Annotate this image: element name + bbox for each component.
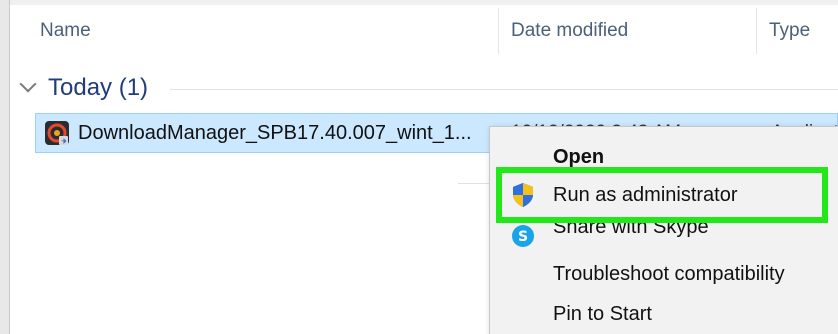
column-header-name[interactable]: Name xyxy=(40,8,496,54)
menu-item-troubleshoot-compatibility[interactable]: Troubleshoot compatibility xyxy=(490,254,838,294)
skype-icon: S xyxy=(510,223,536,249)
menu-item-open[interactable]: Open xyxy=(490,137,838,177)
chevron-down-icon xyxy=(19,75,37,93)
file-name: DownloadManager_SPB17.40.007_wint_1... xyxy=(78,121,472,144)
row-divider xyxy=(458,183,490,184)
column-header-type[interactable]: Type xyxy=(756,8,838,54)
svg-text:S: S xyxy=(518,229,528,245)
column-header-name-label: Name xyxy=(40,20,91,41)
menu-item-troubleshoot-compatibility-label: Troubleshoot compatibility xyxy=(553,262,785,285)
menu-item-run-as-administrator-label: Run as administrator xyxy=(553,183,738,206)
menu-item-pin-to-start[interactable]: Pin to Start xyxy=(490,294,838,334)
file-explorer-window: Name Date modified Type Today (1) Downlo… xyxy=(0,0,838,334)
column-header-date-modified[interactable]: Date modified xyxy=(498,8,756,54)
context-menu: Open Run as administrator S Share with S… xyxy=(489,126,838,334)
menu-item-share-with-skype-label: Share with Skype xyxy=(553,216,709,238)
menu-item-open-label: Open xyxy=(553,145,605,168)
uac-shield-icon xyxy=(510,182,536,208)
group-label: Today (1) xyxy=(48,74,149,101)
menu-item-pin-to-start-label: Pin to Start xyxy=(553,302,652,325)
column-header-date-label: Date modified xyxy=(511,20,629,41)
navigation-pane-edge xyxy=(0,0,10,334)
application-icon xyxy=(44,120,70,146)
menu-item-share-with-skype[interactable]: S Share with Skype xyxy=(490,216,838,256)
column-header-type-label: Type xyxy=(769,20,811,41)
group-header-today[interactable]: Today (1) xyxy=(18,68,148,108)
window-top-edge xyxy=(0,0,838,5)
menu-item-run-as-administrator[interactable]: Run as administrator xyxy=(490,175,838,215)
group-divider xyxy=(170,89,838,90)
